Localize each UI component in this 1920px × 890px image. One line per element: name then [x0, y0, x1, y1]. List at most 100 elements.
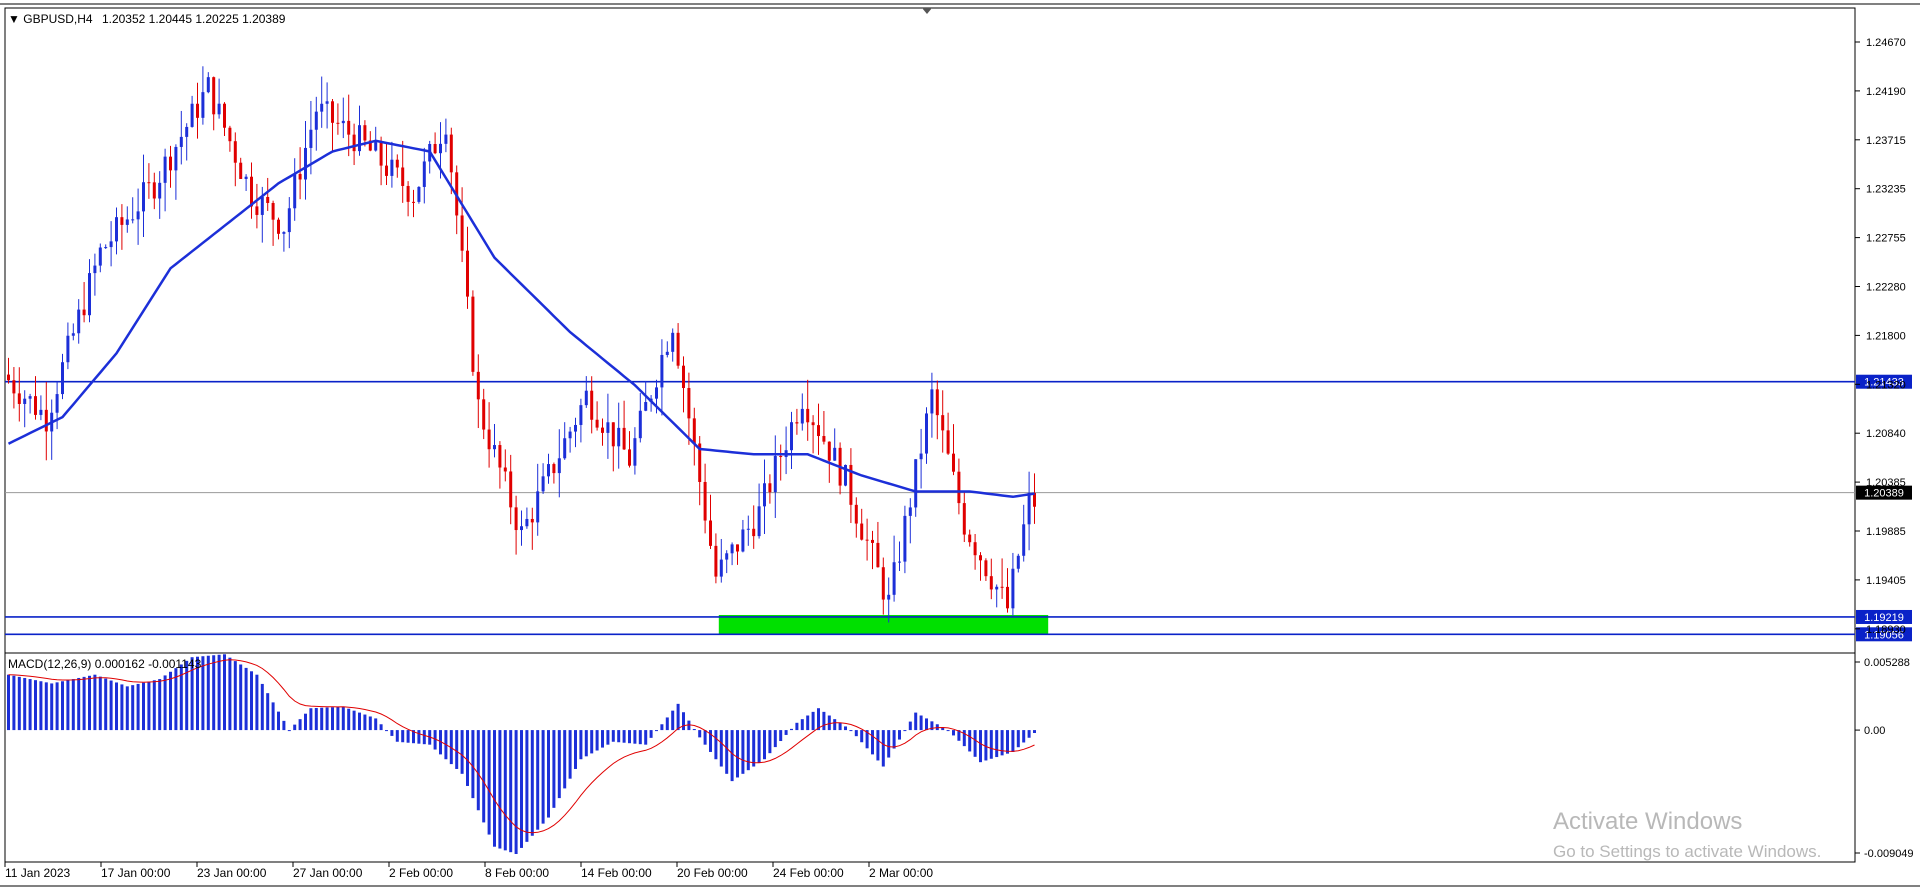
- candle-body: [725, 553, 729, 560]
- candle-body: [541, 476, 545, 492]
- candle-body: [557, 458, 561, 474]
- macd-histogram-bar: [741, 730, 745, 774]
- macd-histogram-bar: [374, 718, 378, 731]
- candle-body: [250, 176, 253, 207]
- candle-body: [514, 507, 518, 531]
- candle-body: [622, 427, 626, 450]
- macd-histogram-bar: [838, 722, 842, 731]
- macd-histogram-bar: [460, 730, 464, 774]
- candle-body: [941, 415, 945, 431]
- macd-histogram-bar: [28, 679, 32, 731]
- support-zone-rect: [718, 614, 1049, 635]
- candle-body: [871, 539, 874, 543]
- macd-histogram-bar: [1000, 730, 1004, 756]
- candle-body: [833, 447, 837, 461]
- time-tick-label: 24 Feb 00:00: [773, 866, 844, 880]
- candle-body: [422, 161, 426, 187]
- candle-body: [946, 430, 950, 454]
- macd-histogram-bar: [854, 730, 858, 737]
- macd-histogram-bar: [962, 730, 966, 747]
- macd-histogram-bar: [860, 730, 864, 743]
- candle-body: [158, 182, 162, 199]
- candle-body: [692, 418, 696, 444]
- price-tick-label: 1.20840: [1866, 428, 1906, 440]
- time-tick-label: 17 Jan 00:00: [101, 866, 171, 880]
- macd-histogram-bar: [217, 654, 221, 731]
- candle-body: [66, 335, 70, 363]
- macd-histogram-bar: [131, 685, 135, 731]
- macd-histogram-bar: [547, 730, 550, 818]
- candle-body: [1011, 568, 1015, 609]
- macd-histogram-bar: [401, 730, 405, 743]
- candle-body: [1000, 586, 1004, 588]
- candle-body: [255, 206, 259, 215]
- macd-histogram-bar: [952, 730, 955, 736]
- macd-histogram-bar: [817, 708, 820, 731]
- macd-header: MACD(12,26,9) 0.000162 -0.001143: [8, 657, 201, 671]
- collapse-triangle-icon[interactable]: ▼: [8, 12, 20, 26]
- macd-histogram-bar: [212, 655, 216, 731]
- macd-histogram-bar: [595, 730, 599, 751]
- macd-histogram-bar: [606, 730, 610, 745]
- candle-body: [736, 544, 739, 552]
- candle-body: [989, 576, 993, 590]
- candle-body: [466, 250, 469, 297]
- candle-body: [709, 520, 712, 546]
- candle-body: [190, 103, 194, 127]
- macd-histogram-bar: [536, 730, 540, 830]
- candle-body: [968, 534, 972, 543]
- macd-histogram-bar: [379, 724, 383, 731]
- macd-histogram-bar: [881, 730, 885, 767]
- candle-body: [1016, 555, 1020, 569]
- candle-body: [606, 422, 610, 433]
- macd-histogram-bar: [892, 730, 896, 749]
- macd-histogram-bar: [644, 730, 648, 745]
- macd-histogram-bar: [698, 730, 702, 738]
- candle-body: [763, 483, 766, 507]
- candle-body: [854, 504, 858, 524]
- macd-histogram-bar: [979, 730, 982, 763]
- current-price-tag: 1.20389: [1856, 485, 1912, 500]
- macd-histogram-bar: [390, 730, 394, 736]
- candle-body: [590, 390, 594, 420]
- macd-histogram-bar: [185, 660, 189, 731]
- macd-histogram-bar: [514, 730, 518, 854]
- price-tick-label: 1.19405: [1866, 575, 1906, 587]
- macd-histogram-bar: [455, 730, 459, 769]
- macd-histogram-bar: [736, 730, 739, 778]
- candle-body: [601, 427, 604, 433]
- macd-histogram-bar: [563, 730, 567, 789]
- support-zone-layer: [718, 614, 1049, 635]
- macd-histogram-bar: [34, 680, 37, 731]
- candle-body: [417, 186, 421, 202]
- macd-histogram-bar: [676, 703, 680, 731]
- macd-histogram-bar: [125, 686, 129, 731]
- candle-body: [984, 560, 988, 577]
- candle-body: [579, 405, 583, 425]
- chart-header: ▼ GBPUSD,H4 1.20352 1.20445 1.20225 1.20…: [8, 12, 285, 26]
- macd-histogram-bar: [989, 730, 993, 759]
- macd-histogram-bar: [255, 674, 259, 731]
- macd-histogram-bar: [7, 674, 10, 731]
- macd-histogram-bar: [368, 716, 372, 731]
- macd-histogram-bar: [309, 708, 313, 731]
- macd-histogram-bar: [158, 679, 162, 731]
- candle-body: [914, 459, 918, 508]
- price-tick-label: 1.19885: [1866, 526, 1906, 538]
- macd-histogram-bar: [169, 671, 172, 731]
- macd-histogram-bar: [277, 711, 280, 731]
- candle-body: [223, 103, 226, 128]
- macd-tick-label: 0.00: [1864, 725, 1885, 737]
- candle-body: [687, 388, 691, 419]
- macd-histogram-bar: [120, 684, 124, 731]
- macd-histogram-bar: [795, 722, 799, 731]
- macd-histogram-bar: [471, 730, 475, 799]
- macd-histogram-bar: [417, 730, 421, 744]
- chart-canvas[interactable]: 1.214331.192191.19056 1.246701.241901.23…: [0, 0, 1920, 890]
- candle-body: [574, 424, 577, 432]
- candle-body: [471, 296, 475, 372]
- candle-body: [34, 396, 37, 415]
- macd-histogram-bar: [660, 724, 664, 731]
- macd-histogram-bar: [201, 656, 205, 731]
- macd-histogram-bar: [260, 683, 264, 731]
